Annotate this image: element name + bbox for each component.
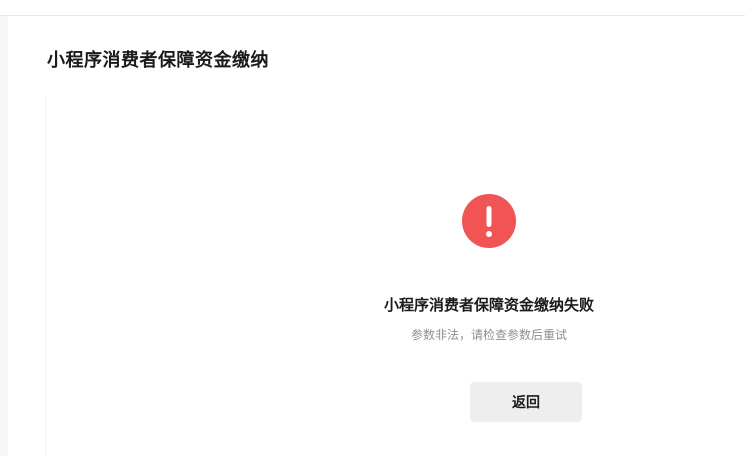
result-title: 小程序消费者保障资金缴纳失败 <box>383 296 594 314</box>
top-bar <box>0 0 745 16</box>
main-card: 小程序消费者保障资金缴纳 小程序消费者保障资金缴纳失败 参数非法，请检查参数后重… <box>8 16 745 456</box>
back-button[interactable]: 返回 <box>470 382 582 422</box>
result-panel <box>45 96 745 456</box>
page-title: 小程序消费者保障资金缴纳 <box>47 50 269 71</box>
exclamation-icon <box>462 194 516 248</box>
result-description: 参数非法，请检查参数后重试 <box>410 328 567 342</box>
